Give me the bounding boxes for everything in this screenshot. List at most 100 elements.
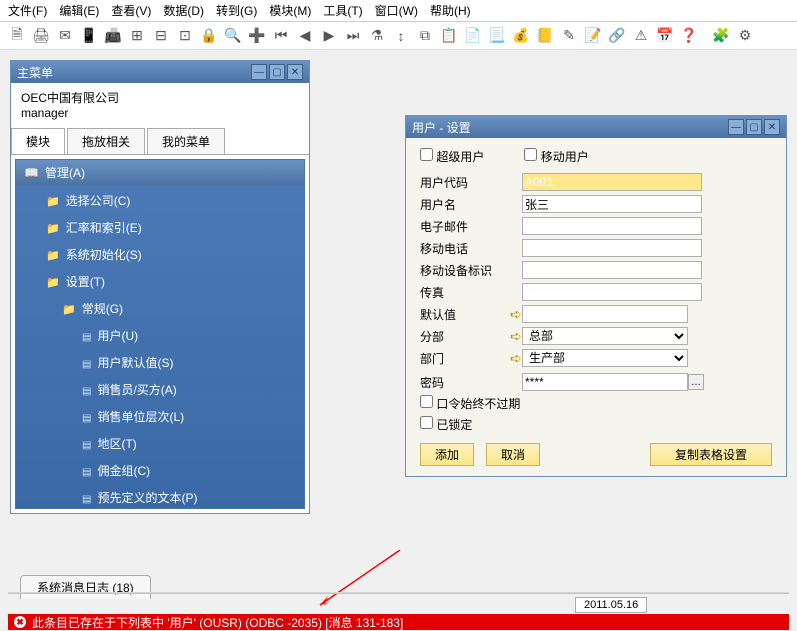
tool-copy-icon[interactable]: ⧉: [416, 27, 434, 45]
tool-preview-icon[interactable]: 🗎: [8, 27, 26, 45]
link-arrow-icon[interactable]: ➪: [510, 306, 522, 323]
tree-item[interactable]: 用户(U): [16, 322, 304, 349]
system-log-tab[interactable]: 系统消息日志 (18): [20, 575, 151, 599]
input-username[interactable]: [522, 195, 702, 213]
tool-relate-icon[interactable]: 🔗: [608, 27, 626, 45]
toolbar: 🗎 🖨 ✉ 📱 📠 ⊞ ⊟ ⊡ 🔒 🔍 ➕ ⏮ ◀ ▶ ⏭ ⚗ ↕ ⧉ 📋 📄 …: [0, 22, 797, 50]
close-icon[interactable]: ✕: [764, 119, 780, 135]
tool-new-icon[interactable]: ➕: [248, 27, 266, 45]
password-button[interactable]: …: [688, 374, 704, 390]
maximize-icon[interactable]: ▢: [746, 119, 762, 135]
error-icon: ✖: [14, 616, 26, 628]
cancel-button[interactable]: 取消: [486, 443, 540, 466]
tree-item[interactable]: 用户默认值(S): [16, 349, 304, 376]
tool-mail-icon[interactable]: ✉: [56, 27, 74, 45]
user-window-title: 用户 - 设置: [412, 119, 471, 136]
tool-print-icon[interactable]: 🖨: [32, 27, 50, 45]
tool-calendar-icon[interactable]: 📅: [656, 27, 674, 45]
tool-targetdoc-icon[interactable]: 📃: [488, 27, 506, 45]
main-menu-titlebar[interactable]: 主菜单 — ▢ ✕: [11, 61, 309, 83]
tool-money-icon[interactable]: 💰: [512, 27, 530, 45]
tree-item-label: 用户(U): [97, 327, 138, 344]
tree-item-label: 预先定义的文本(P): [97, 489, 197, 506]
menu-modules[interactable]: 模块(M): [269, 2, 311, 19]
link-arrow-icon[interactable]: ➪: [510, 350, 522, 367]
tree-header-admin[interactable]: 📖 管理(A): [16, 160, 304, 185]
tool-find-icon[interactable]: 🔍: [224, 27, 242, 45]
noexpire-checkbox[interactable]: 口令始终不过期: [420, 395, 520, 412]
annotation-arrow: [310, 550, 410, 610]
tool-first-icon[interactable]: ⏮: [272, 27, 290, 45]
menu-view[interactable]: 查看(V): [111, 2, 151, 19]
input-email[interactable]: [522, 217, 702, 235]
tab-modules[interactable]: 模块: [11, 128, 65, 154]
menu-file[interactable]: 文件(F): [8, 2, 47, 19]
tree-item[interactable]: 销售员/买方(A): [16, 376, 304, 403]
menu-window[interactable]: 窗口(W): [375, 2, 418, 19]
tool-lock-icon[interactable]: 🔒: [200, 27, 218, 45]
tool-next-icon[interactable]: ▶: [320, 27, 338, 45]
tool-pdf-icon[interactable]: ⊡: [176, 27, 194, 45]
minimize-icon[interactable]: —: [251, 64, 267, 80]
tool-sort-icon[interactable]: ↕: [392, 27, 410, 45]
menu-goto[interactable]: 转到(G): [216, 2, 257, 19]
input-defaults[interactable]: [522, 305, 688, 323]
tree-item[interactable]: 销售单位层次(L): [16, 403, 304, 430]
label-password: 密码: [420, 374, 510, 391]
folder-icon: [46, 248, 60, 262]
tool-alert-icon[interactable]: ⚠: [632, 27, 650, 45]
locked-checkbox[interactable]: 已锁定: [420, 416, 472, 433]
tab-mymenu[interactable]: 我的菜单: [147, 128, 225, 154]
tool-last-icon[interactable]: ⏭: [344, 27, 362, 45]
tool-word-icon[interactable]: ⊟: [152, 27, 170, 45]
link-arrow-icon[interactable]: ➪: [510, 328, 522, 345]
tool-fax-icon[interactable]: 📠: [104, 27, 122, 45]
copy-settings-button[interactable]: 复制表格设置: [650, 443, 772, 466]
menu-data[interactable]: 数据(D): [163, 2, 204, 19]
tool-form-icon[interactable]: 📝: [584, 27, 602, 45]
tool-layout-icon[interactable]: ✎: [560, 27, 578, 45]
tree-item[interactable]: 设置(T): [16, 268, 304, 295]
mobileuser-checkbox[interactable]: 移动用户: [524, 148, 588, 165]
tool-settings-icon[interactable]: ⚙: [736, 27, 754, 45]
menu-tools[interactable]: 工具(T): [323, 2, 362, 19]
select-branch[interactable]: 总部: [522, 327, 688, 345]
superuser-checkbox[interactable]: 超级用户: [420, 148, 484, 165]
label-code: 用户代码: [420, 174, 510, 191]
tool-prev-icon[interactable]: ◀: [296, 27, 314, 45]
maximize-icon[interactable]: ▢: [269, 64, 285, 80]
tab-drag[interactable]: 拖放相关: [67, 128, 145, 154]
close-icon[interactable]: ✕: [287, 64, 303, 80]
tree-item[interactable]: 系统初始化(S): [16, 241, 304, 268]
tool-filter-icon[interactable]: ⚗: [368, 27, 386, 45]
label-email: 电子邮件: [420, 218, 510, 235]
tree-item[interactable]: 汇率和索引(E): [16, 214, 304, 241]
tree-item[interactable]: 选择公司(C): [16, 187, 304, 214]
tree-item-label: 汇率和索引(E): [66, 219, 142, 236]
tool-journal-icon[interactable]: 📒: [536, 27, 554, 45]
tool-sms-icon[interactable]: 📱: [80, 27, 98, 45]
label-branch: 分部: [420, 328, 510, 345]
tool-excel-icon[interactable]: ⊞: [128, 27, 146, 45]
menu-help[interactable]: 帮助(H): [430, 2, 471, 19]
tool-basedoc-icon[interactable]: 📄: [464, 27, 482, 45]
tree-item[interactable]: 预先定义的文本(P): [16, 484, 304, 509]
tree-item[interactable]: 常规(G): [16, 295, 304, 322]
tree-item-label: 设置(T): [66, 273, 105, 290]
user-window-titlebar[interactable]: 用户 - 设置 — ▢ ✕: [406, 116, 786, 138]
tree-item[interactable]: 佣金组(C): [16, 457, 304, 484]
tool-context-icon[interactable]: 🧩: [712, 27, 730, 45]
minimize-icon[interactable]: —: [728, 119, 744, 135]
tool-help-icon[interactable]: ❓: [680, 27, 698, 45]
tree-item[interactable]: 地区(T): [16, 430, 304, 457]
input-usercode[interactable]: [522, 173, 702, 191]
menu-edit[interactable]: 编辑(E): [59, 2, 99, 19]
tree-header-label: 管理(A): [45, 164, 85, 181]
input-fax[interactable]: [522, 283, 702, 301]
tool-paste-icon[interactable]: 📋: [440, 27, 458, 45]
select-dept[interactable]: 生产部: [522, 349, 688, 367]
input-password[interactable]: [522, 373, 688, 391]
input-device[interactable]: [522, 261, 702, 279]
input-phone[interactable]: [522, 239, 702, 257]
add-button[interactable]: 添加: [420, 443, 474, 466]
